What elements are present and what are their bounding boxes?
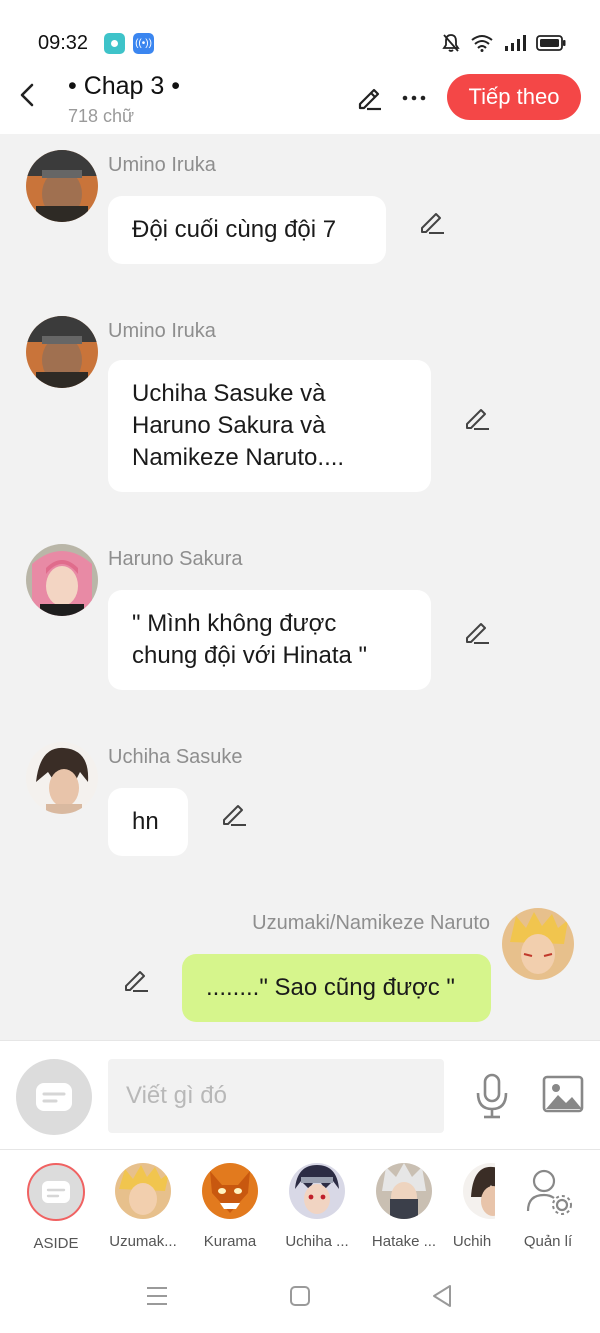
edit-message-icon[interactable] — [122, 966, 150, 994]
edit-message-icon[interactable] — [463, 618, 491, 646]
sender-name: Haruno Sakura — [108, 548, 243, 570]
app-screen: 09:32 ((•)) • Chap 3 • 718 chữ Tiếp theo… — [0, 0, 600, 1333]
chat-area[interactable]: Umino Iruka Đội cuối cùng đội 7 Umino Ir… — [0, 134, 600, 1040]
wifi-icon — [471, 35, 493, 52]
character-label: Kurama — [203, 1233, 257, 1250]
status-time: 09:32 — [38, 32, 89, 54]
avatar-naruto[interactable] — [502, 908, 574, 980]
chat-bubble-icon — [36, 1083, 72, 1111]
avatar-image — [26, 316, 98, 388]
chat-bubble-icon — [42, 1181, 70, 1203]
message-input[interactable] — [108, 1059, 444, 1133]
message-bubble[interactable]: " Mình không được chung đội với Hinata " — [108, 590, 431, 690]
back-arrow-icon[interactable] — [14, 80, 42, 110]
character-avatar — [376, 1163, 432, 1219]
aside-toggle-button[interactable] — [16, 1059, 92, 1135]
character-avatar — [463, 1163, 495, 1219]
message-bubble[interactable]: Uchiha Sasuke và Haruno Sakura và Namike… — [108, 360, 431, 492]
chapter-title: • Chap 3 • — [68, 72, 181, 100]
edit-pencil-icon[interactable] — [354, 82, 384, 112]
avatar-umino-iruka[interactable] — [26, 316, 98, 388]
word-count: 718 chữ — [68, 106, 135, 126]
avatar-uchiha-sasuke[interactable] — [26, 742, 98, 814]
character-kurama[interactable]: Kurama — [188, 1163, 272, 1250]
chapter-header: • Chap 3 • 718 chữ Tiếp theo — [0, 70, 600, 134]
character-label: Uchih — [452, 1233, 492, 1250]
sender-name: Umino Iruka — [108, 320, 216, 342]
avatar-image — [26, 742, 98, 814]
system-nav-bar — [0, 1256, 600, 1333]
character-aside[interactable]: ASIDE — [14, 1163, 98, 1252]
edit-message-icon[interactable] — [418, 208, 446, 236]
character-label: ASIDE — [33, 1235, 79, 1252]
sender-name: Uzumaki/Namikeze Naruto — [252, 912, 490, 934]
bell-off-icon — [442, 34, 460, 52]
manage-user-icon — [520, 1163, 576, 1219]
app-badge-icon — [104, 33, 125, 54]
avatar-umino-iruka[interactable] — [26, 150, 98, 222]
character-uchiha[interactable]: Uchiha ... — [275, 1163, 359, 1250]
avatar-image — [26, 544, 98, 616]
signal-icon — [505, 35, 526, 51]
character-avatar — [289, 1163, 345, 1219]
sender-name: Uchiha Sasuke — [108, 746, 243, 768]
character-avatar — [115, 1163, 171, 1219]
avatar-image — [502, 908, 574, 980]
sender-name: Umino Iruka — [108, 154, 216, 176]
character-naruto[interactable]: Uzumak... — [101, 1163, 185, 1250]
status-right-icons — [442, 32, 566, 54]
back-triangle-icon[interactable] — [430, 1284, 454, 1308]
character-label: Uzumak... — [109, 1233, 177, 1250]
aside-avatar — [27, 1163, 85, 1221]
wifi-badge-icon: ((•)) — [133, 33, 154, 54]
character-label: Quản lí — [523, 1233, 573, 1250]
message-bubble[interactable]: Đội cuối cùng đội 7 — [108, 196, 386, 264]
character-label: Uchiha ... — [285, 1233, 349, 1250]
battery-icon — [536, 35, 566, 51]
microphone-icon[interactable] — [474, 1073, 510, 1119]
image-icon[interactable] — [542, 1075, 584, 1113]
character-label: Hatake ... — [371, 1233, 437, 1250]
composer-bar — [0, 1040, 600, 1150]
message-bubble[interactable]: hn — [108, 788, 188, 856]
manage-characters-button[interactable]: Quản lí — [506, 1163, 590, 1250]
my-message-bubble[interactable]: ........" Sao cũng được " — [182, 954, 491, 1022]
home-icon[interactable] — [289, 1285, 311, 1307]
avatar-image — [26, 150, 98, 222]
character-uchiha-2[interactable]: Uchih — [449, 1163, 495, 1250]
edit-message-icon[interactable] — [220, 800, 248, 828]
edit-message-icon[interactable] — [463, 404, 491, 432]
character-selector: ASIDE Uzumak... Kurama Uchiha ... Hatake… — [0, 1151, 600, 1256]
more-dots-icon[interactable] — [400, 82, 428, 112]
character-hatake[interactable]: Hatake ... — [362, 1163, 446, 1250]
status-bar: 09:32 ((•)) — [0, 0, 600, 70]
avatar-haruno-sakura[interactable] — [26, 544, 98, 616]
character-avatar — [202, 1163, 258, 1219]
next-chapter-button[interactable]: Tiếp theo — [447, 74, 581, 120]
menu-icon[interactable] — [146, 1286, 168, 1306]
